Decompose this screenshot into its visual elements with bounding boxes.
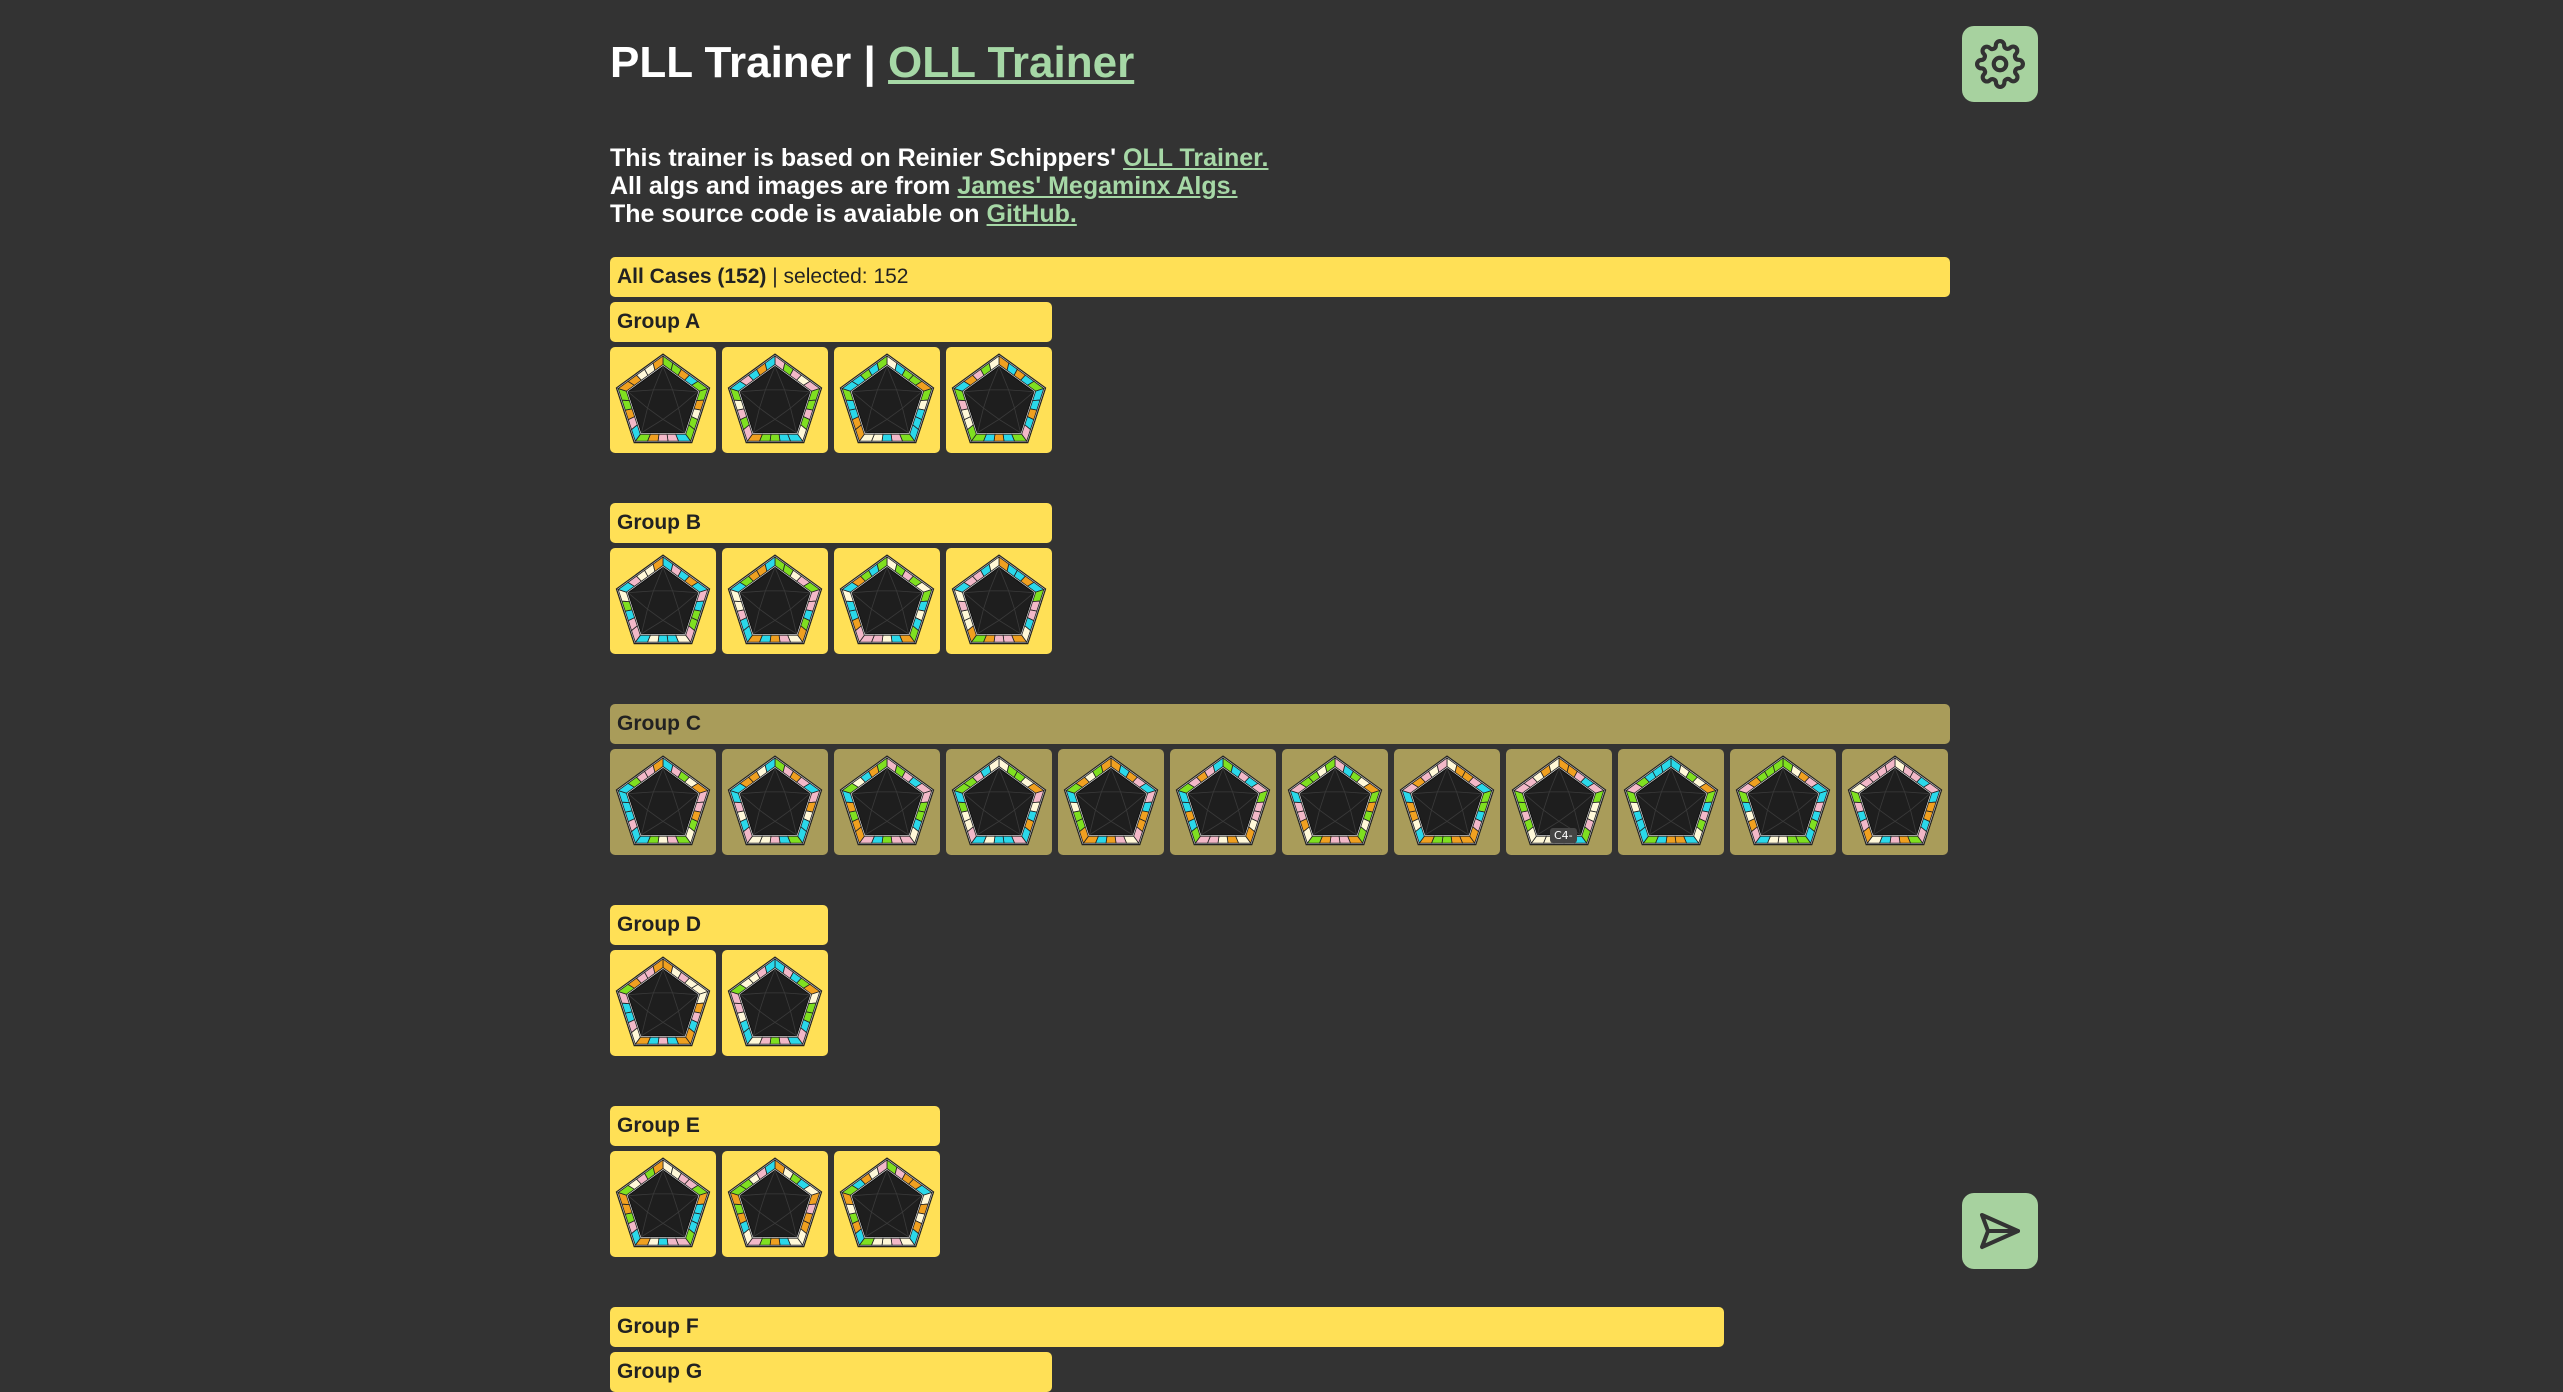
group-header[interactable]: Group F: [610, 1307, 1724, 1347]
all-cases-bar[interactable]: All Cases (152) | selected: 152: [610, 257, 1950, 297]
case-tile[interactable]: [834, 347, 940, 453]
group-header[interactable]: Group B: [610, 503, 1052, 543]
case-tile[interactable]: [1842, 749, 1948, 855]
all-cases-label: All Cases (152): [617, 265, 767, 288]
start-training-button[interactable]: [1962, 1193, 2038, 1269]
send-icon: [1980, 1213, 2020, 1249]
case-tile[interactable]: [1282, 749, 1388, 855]
pentagon-case-icon: [615, 956, 711, 1047]
pentagon-case-icon: [839, 755, 935, 846]
group-header[interactable]: Group A: [610, 302, 1052, 342]
gear-icon: [1975, 39, 2025, 89]
case-tile[interactable]: [946, 347, 1052, 453]
case-tile[interactable]: [1058, 749, 1164, 855]
group-header[interactable]: Group D: [610, 905, 828, 945]
group-header[interactable]: Group E: [610, 1106, 940, 1146]
pentagon-case-icon: [1735, 755, 1831, 846]
case-tile[interactable]: [722, 548, 828, 654]
pentagon-case-icon: [727, 353, 823, 444]
pentagon-case-icon: [1623, 755, 1719, 846]
pentagon-case-icon: [615, 755, 711, 846]
pentagon-case-icon: [615, 554, 711, 645]
case-tooltip: C4-: [1550, 828, 1577, 843]
group-header[interactable]: Group C: [610, 704, 1950, 744]
selected-count: | selected: 152: [772, 265, 909, 288]
pentagon-case-icon: [1287, 755, 1383, 846]
case-tile[interactable]: [610, 950, 716, 1056]
case-tile[interactable]: [610, 347, 716, 453]
case-tile[interactable]: [722, 1151, 828, 1257]
case-tile[interactable]: [834, 1151, 940, 1257]
info-text: This trainer is based on Reinier Schippe…: [610, 144, 1268, 228]
case-tile[interactable]: [1170, 749, 1276, 855]
group-header[interactable]: Group G: [610, 1352, 1052, 1392]
oll-trainer-source-link[interactable]: OLL Trainer.: [1123, 144, 1268, 172]
github-link[interactable]: GitHub.: [987, 200, 1077, 228]
pentagon-case-icon: [839, 353, 935, 444]
case-tile[interactable]: [610, 548, 716, 654]
pentagon-case-icon: [1063, 755, 1159, 846]
title-text: PLL Trainer |: [610, 38, 876, 87]
pentagon-case-icon: [615, 1157, 711, 1248]
case-tile[interactable]: [1394, 749, 1500, 855]
info-line-2: All algs and images are from James' Mega…: [610, 172, 1238, 200]
case-tile[interactable]: [610, 749, 716, 855]
case-tile[interactable]: [1730, 749, 1836, 855]
info-line-3: The source code is avaiable on GitHub.: [610, 200, 1077, 228]
pentagon-case-icon: [839, 554, 935, 645]
pentagon-case-icon: [839, 1157, 935, 1248]
pentagon-case-icon: [1399, 755, 1495, 846]
pentagon-case-icon: [951, 353, 1047, 444]
pentagon-case-icon: [727, 1157, 823, 1248]
settings-button[interactable]: [1962, 26, 2038, 102]
case-tile[interactable]: [946, 548, 1052, 654]
case-tile[interactable]: [722, 950, 828, 1056]
megaminx-algs-link[interactable]: James' Megaminx Algs.: [957, 172, 1237, 200]
pentagon-case-icon: [1847, 755, 1943, 846]
case-tile[interactable]: [1618, 749, 1724, 855]
pentagon-case-icon: [727, 554, 823, 645]
pentagon-case-icon: [727, 956, 823, 1047]
pentagon-case-icon: [727, 755, 823, 846]
case-tile[interactable]: [834, 749, 940, 855]
page-title: PLL Trainer | OLL Trainer: [610, 38, 1134, 88]
oll-trainer-link[interactable]: OLL Trainer: [888, 38, 1134, 87]
pentagon-case-icon: [951, 554, 1047, 645]
case-tile[interactable]: [946, 749, 1052, 855]
case-tile[interactable]: [722, 749, 828, 855]
case-tile[interactable]: [834, 548, 940, 654]
case-tile[interactable]: [722, 347, 828, 453]
pentagon-case-icon: [951, 755, 1047, 846]
info-line-1: This trainer is based on Reinier Schippe…: [610, 144, 1269, 172]
case-tile[interactable]: C4-: [1506, 749, 1612, 855]
pentagon-case-icon: [615, 353, 711, 444]
pentagon-case-icon: [1175, 755, 1271, 846]
case-tile[interactable]: [610, 1151, 716, 1257]
